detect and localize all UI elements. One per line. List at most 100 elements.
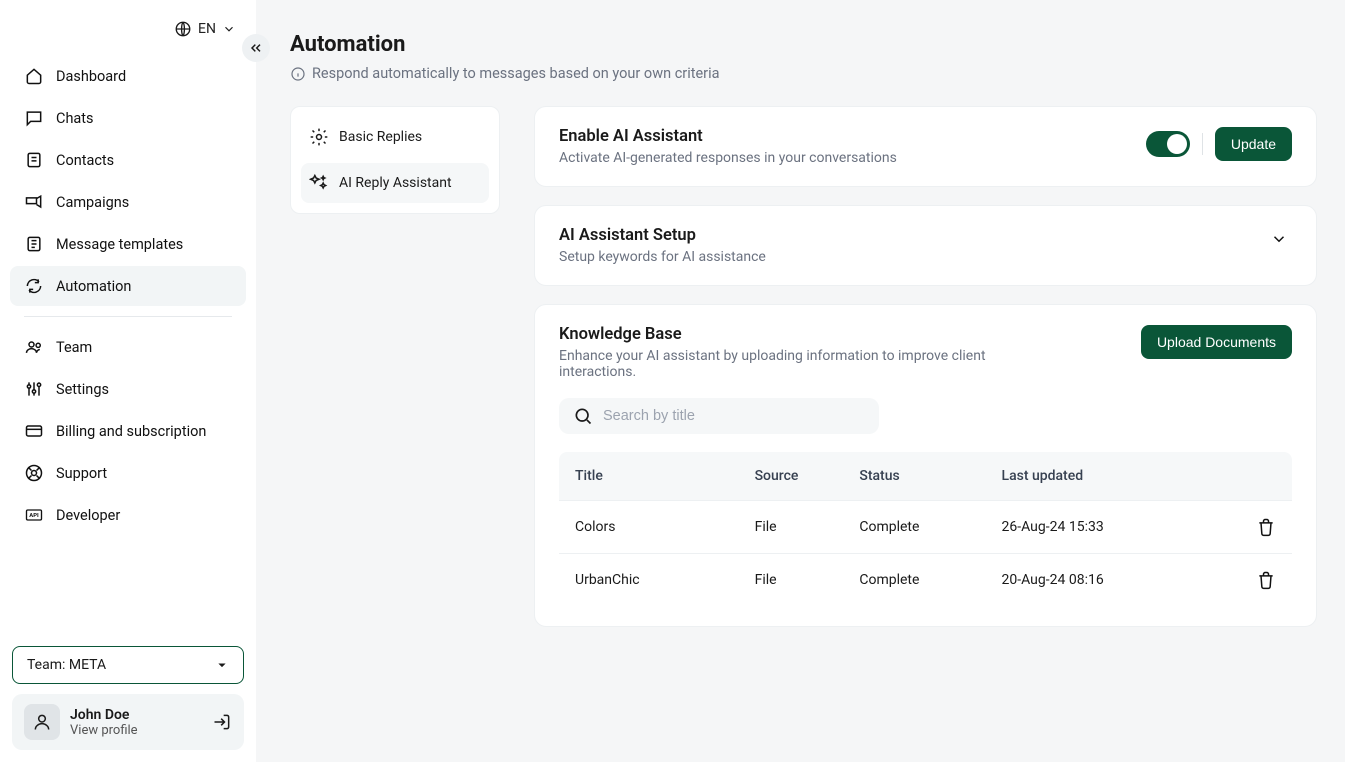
automation-icon: [24, 276, 44, 296]
caret-down-icon: [215, 658, 229, 672]
sidebar-item-support[interactable]: Support: [10, 453, 246, 493]
update-button[interactable]: Update: [1215, 127, 1292, 161]
card-subtitle: Setup keywords for AI assistance: [559, 249, 766, 265]
sidebar-item-label: Contacts: [56, 152, 114, 169]
col-source: Source: [755, 468, 860, 484]
sidebar-item-campaigns[interactable]: Campaigns: [10, 182, 246, 222]
search-icon: [573, 406, 593, 426]
team-icon: [24, 337, 44, 357]
cell-status: Complete: [859, 572, 1001, 588]
sidebar-item-team[interactable]: Team: [10, 327, 246, 367]
table-row: UrbanChic File Complete 20-Aug-24 08:16: [559, 553, 1292, 606]
avatar: [24, 704, 60, 740]
kb-search[interactable]: [559, 398, 879, 434]
chevrons-left-icon: [248, 40, 264, 56]
cell-status: Complete: [859, 519, 1001, 535]
ai-sparkle-icon: [309, 173, 329, 193]
sidebar-item-chats[interactable]: Chats: [10, 98, 246, 138]
sidebar-item-label: Dashboard: [56, 68, 126, 85]
automation-subnav: Basic Replies AI Reply Assistant: [290, 106, 500, 214]
contacts-icon: [24, 150, 44, 170]
sidebar-footer: Team: META John Doe View profile: [8, 646, 248, 750]
delete-row-button[interactable]: [1256, 517, 1276, 537]
gear-icon: [309, 127, 329, 147]
col-status: Status: [859, 468, 1001, 484]
sidebar-item-automation[interactable]: Automation: [10, 266, 246, 306]
profile-card[interactable]: John Doe View profile: [12, 694, 244, 750]
api-icon: API: [24, 505, 44, 525]
subnav-ai-reply-assistant[interactable]: AI Reply Assistant: [301, 163, 489, 203]
card-subtitle: Activate AI-generated responses in your …: [559, 150, 897, 166]
profile-subtitle: View profile: [70, 723, 202, 738]
billing-icon: [24, 421, 44, 441]
sidebar-item-contacts[interactable]: Contacts: [10, 140, 246, 180]
language-label: EN: [198, 21, 216, 37]
sidebar-item-label: Settings: [56, 381, 109, 398]
sidebar-item-label: Message templates: [56, 236, 183, 253]
enable-ai-card: Enable AI Assistant Activate AI-generate…: [534, 106, 1317, 187]
knowledge-base-card: Knowledge Base Enhance your AI assistant…: [534, 304, 1317, 627]
subnav-label: AI Reply Assistant: [339, 175, 452, 191]
settings-icon: [24, 379, 44, 399]
support-icon: [24, 463, 44, 483]
expand-setup-button[interactable]: [1266, 226, 1292, 252]
subnav-label: Basic Replies: [339, 129, 422, 145]
templates-icon: [24, 234, 44, 254]
chevron-down-icon: [222, 22, 236, 36]
sidebar-item-label: Billing and subscription: [56, 423, 206, 440]
sidebar-item-label: Developer: [56, 507, 120, 524]
team-select-label: Team: META: [27, 657, 106, 673]
svg-text:API: API: [29, 513, 39, 519]
subnav-basic-replies[interactable]: Basic Replies: [301, 117, 489, 157]
ai-setup-card: AI Assistant Setup Setup keywords for AI…: [534, 205, 1317, 286]
cell-updated: 26-Aug-24 15:33: [1002, 519, 1226, 535]
language-selector[interactable]: EN: [8, 20, 248, 56]
logout-icon[interactable]: [212, 712, 232, 732]
col-updated: Last updated: [1002, 468, 1226, 484]
main-content: Automation Respond automatically to mess…: [256, 0, 1345, 762]
globe-icon: [174, 20, 192, 38]
campaigns-icon: [24, 192, 44, 212]
card-title: Enable AI Assistant: [559, 127, 897, 146]
sidebar-item-label: Support: [56, 465, 107, 482]
main-nav: Dashboard Chats Contacts Campaigns Messa…: [8, 56, 248, 535]
nav-divider: [24, 316, 232, 317]
col-title: Title: [575, 468, 755, 484]
collapse-sidebar-button[interactable]: [242, 34, 270, 62]
table-header: Title Source Status Last updated: [559, 452, 1292, 500]
chevron-down-icon: [1270, 230, 1288, 248]
table-row: Colors File Complete 26-Aug-24 15:33: [559, 500, 1292, 553]
sidebar-item-label: Team: [56, 339, 92, 356]
sidebar-item-message-templates[interactable]: Message templates: [10, 224, 246, 264]
card-subtitle: Enhance your AI assistant by uploading i…: [559, 348, 1039, 380]
profile-name: John Doe: [70, 707, 202, 723]
user-icon: [32, 712, 52, 732]
sidebar: EN Dashboard Chats Contacts Campaigns Me…: [0, 0, 256, 762]
sidebar-item-developer[interactable]: API Developer: [10, 495, 246, 535]
team-select[interactable]: Team: META: [12, 646, 244, 684]
kb-table: Title Source Status Last updated Colors …: [559, 452, 1292, 606]
card-title: Knowledge Base: [559, 325, 1039, 344]
cell-updated: 20-Aug-24 08:16: [1002, 572, 1226, 588]
sidebar-item-label: Chats: [56, 110, 94, 127]
cell-source: File: [755, 519, 860, 535]
cell-source: File: [755, 572, 860, 588]
sidebar-item-label: Automation: [56, 278, 131, 295]
delete-row-button[interactable]: [1256, 570, 1276, 590]
sidebar-item-billing[interactable]: Billing and subscription: [10, 411, 246, 451]
sidebar-item-dashboard[interactable]: Dashboard: [10, 56, 246, 96]
info-icon: [290, 66, 306, 82]
cell-title: UrbanChic: [575, 572, 755, 588]
cell-title: Colors: [575, 519, 755, 535]
kb-search-input[interactable]: [603, 408, 865, 424]
sidebar-item-label: Campaigns: [56, 194, 129, 211]
enable-ai-toggle[interactable]: [1146, 131, 1190, 157]
chat-icon: [24, 108, 44, 128]
home-icon: [24, 66, 44, 86]
card-title: AI Assistant Setup: [559, 226, 766, 245]
vertical-divider: [1202, 133, 1203, 155]
upload-documents-button[interactable]: Upload Documents: [1141, 325, 1292, 359]
page-subtitle: Respond automatically to messages based …: [290, 65, 1317, 82]
page-title: Automation: [290, 32, 1317, 57]
sidebar-item-settings[interactable]: Settings: [10, 369, 246, 409]
